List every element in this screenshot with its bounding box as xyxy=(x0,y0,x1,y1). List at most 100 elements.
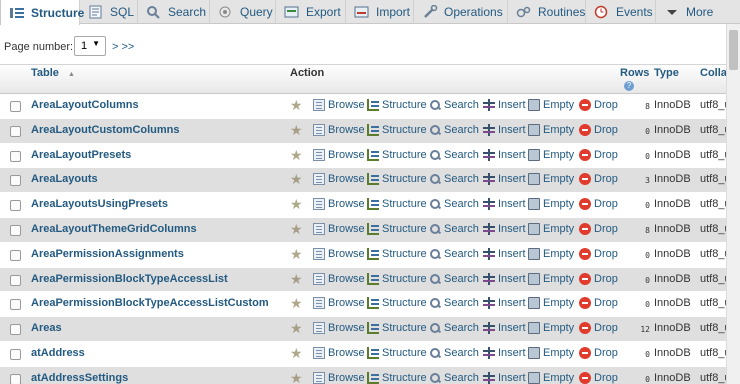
structure-action[interactable]: Structure xyxy=(367,247,427,260)
page-number-select[interactable]: 1 ▼ xyxy=(74,36,106,56)
favorite-star-icon[interactable]: ★ xyxy=(290,246,303,262)
tab-operations[interactable]: Operations xyxy=(414,0,508,24)
search-action[interactable]: Search xyxy=(429,198,479,210)
insert-action[interactable]: Insert xyxy=(483,123,526,136)
drop-action[interactable]: Drop xyxy=(579,173,618,186)
row-checkbox[interactable] xyxy=(10,348,21,360)
favorite-star-icon[interactable]: ★ xyxy=(290,345,303,361)
insert-action[interactable]: Insert xyxy=(483,272,526,285)
empty-action[interactable]: Empty xyxy=(528,371,574,384)
table-name-link[interactable]: AreaPermissionBlockTypeAccessList xyxy=(31,273,228,285)
empty-action[interactable]: Empty xyxy=(528,272,574,285)
row-checkbox[interactable] xyxy=(10,249,21,261)
row-checkbox[interactable] xyxy=(10,200,21,212)
insert-action[interactable]: Insert xyxy=(483,99,526,111)
search-action[interactable]: Search xyxy=(429,149,479,161)
insert-action[interactable]: Insert xyxy=(483,322,526,335)
favorite-star-icon[interactable]: ★ xyxy=(290,122,303,138)
tab-events[interactable]: Events xyxy=(586,0,656,24)
insert-action[interactable]: Insert xyxy=(483,247,526,260)
table-name-link[interactable]: AreaLayoutPresets xyxy=(31,149,131,161)
tab-routines[interactable]: Routines xyxy=(508,0,586,24)
type-column-header[interactable]: Type xyxy=(654,67,679,79)
browse-action[interactable]: Browse xyxy=(313,148,365,161)
browse-action[interactable]: Browse xyxy=(313,173,365,186)
structure-action[interactable]: Structure xyxy=(367,173,427,186)
row-checkbox[interactable] xyxy=(10,299,21,311)
structure-action[interactable]: Structure xyxy=(367,297,427,310)
favorite-star-icon[interactable]: ★ xyxy=(290,147,303,163)
search-action[interactable]: Search xyxy=(429,297,479,309)
drop-action[interactable]: Drop xyxy=(579,148,618,161)
row-checkbox[interactable] xyxy=(10,224,21,236)
empty-action[interactable]: Empty xyxy=(528,222,574,235)
help-icon[interactable]: ? xyxy=(624,81,634,91)
favorite-star-icon[interactable]: ★ xyxy=(290,97,303,113)
browse-action[interactable]: Browse xyxy=(313,346,365,359)
tab-export[interactable]: Export xyxy=(276,0,346,24)
table-name-link[interactable]: AreaPermissionBlockTypeAccessListCustom xyxy=(31,297,269,309)
search-action[interactable]: Search xyxy=(429,124,479,136)
insert-action[interactable]: Insert xyxy=(483,173,526,186)
favorite-star-icon[interactable]: ★ xyxy=(290,171,303,187)
favorite-star-icon[interactable]: ★ xyxy=(290,196,303,212)
table-name-link[interactable]: AreaLayoutThemeGridColumns xyxy=(31,223,197,235)
row-checkbox[interactable] xyxy=(10,101,21,112)
empty-action[interactable]: Empty xyxy=(528,322,574,335)
search-action[interactable]: Search xyxy=(429,347,479,359)
browse-action[interactable]: Browse xyxy=(313,222,365,235)
row-checkbox[interactable] xyxy=(10,175,21,187)
empty-action[interactable]: Empty xyxy=(528,198,574,211)
empty-action[interactable]: Empty xyxy=(528,346,574,359)
insert-action[interactable]: Insert xyxy=(483,297,526,310)
insert-action[interactable]: Insert xyxy=(483,222,526,235)
browse-action[interactable]: Browse xyxy=(313,247,365,260)
collation-column-header[interactable]: Colla xyxy=(700,67,727,79)
search-action[interactable]: Search xyxy=(429,248,479,260)
structure-action[interactable]: Structure xyxy=(367,148,427,161)
drop-action[interactable]: Drop xyxy=(579,99,618,111)
drop-action[interactable]: Drop xyxy=(579,222,618,235)
drop-action[interactable]: Drop xyxy=(579,322,618,335)
row-checkbox[interactable] xyxy=(10,125,21,137)
search-action[interactable]: Search xyxy=(429,372,479,384)
drop-action[interactable]: Drop xyxy=(579,123,618,136)
browse-action[interactable]: Browse xyxy=(313,322,365,335)
structure-action[interactable]: Structure xyxy=(367,198,427,211)
tab-search[interactable]: Search xyxy=(138,0,210,24)
tab-import[interactable]: Import xyxy=(346,0,414,24)
tab-structure[interactable]: Structure xyxy=(0,0,84,25)
search-action[interactable]: Search xyxy=(429,99,479,111)
drop-action[interactable]: Drop xyxy=(579,247,618,260)
empty-action[interactable]: Empty xyxy=(528,123,574,136)
browse-action[interactable]: Browse xyxy=(313,123,365,136)
row-checkbox[interactable] xyxy=(10,324,21,336)
browse-action[interactable]: Browse xyxy=(313,198,365,211)
row-checkbox[interactable] xyxy=(10,274,21,286)
table-name-link[interactable]: AreaLayouts xyxy=(31,173,98,185)
browse-action[interactable]: Browse xyxy=(313,371,365,384)
tab-more[interactable]: More xyxy=(656,0,726,24)
row-checkbox[interactable] xyxy=(10,150,21,162)
scrollbar-thumb[interactable] xyxy=(729,30,738,70)
browse-action[interactable]: Browse xyxy=(313,272,365,285)
empty-action[interactable]: Empty xyxy=(528,148,574,161)
drop-action[interactable]: Drop xyxy=(579,198,618,211)
next-page-link[interactable]: > >> xyxy=(112,41,134,53)
rows-column-header[interactable]: Rows xyxy=(620,67,649,79)
structure-action[interactable]: Structure xyxy=(367,123,427,136)
drop-action[interactable]: Drop xyxy=(579,272,618,285)
search-action[interactable]: Search xyxy=(429,322,479,334)
structure-action[interactable]: Structure xyxy=(367,371,427,384)
table-name-link[interactable]: atAddress xyxy=(31,347,85,359)
insert-action[interactable]: Insert xyxy=(483,371,526,384)
tab-sql[interactable]: SQL xyxy=(80,0,138,24)
structure-action[interactable]: Structure xyxy=(367,272,427,285)
empty-action[interactable]: Empty xyxy=(528,247,574,260)
favorite-star-icon[interactable]: ★ xyxy=(290,320,303,336)
structure-action[interactable]: Structure xyxy=(367,346,427,359)
insert-action[interactable]: Insert xyxy=(483,198,526,211)
search-action[interactable]: Search xyxy=(429,173,479,185)
table-name-link[interactable]: AreaLayoutColumns xyxy=(31,99,139,111)
empty-action[interactable]: Empty xyxy=(528,297,574,310)
